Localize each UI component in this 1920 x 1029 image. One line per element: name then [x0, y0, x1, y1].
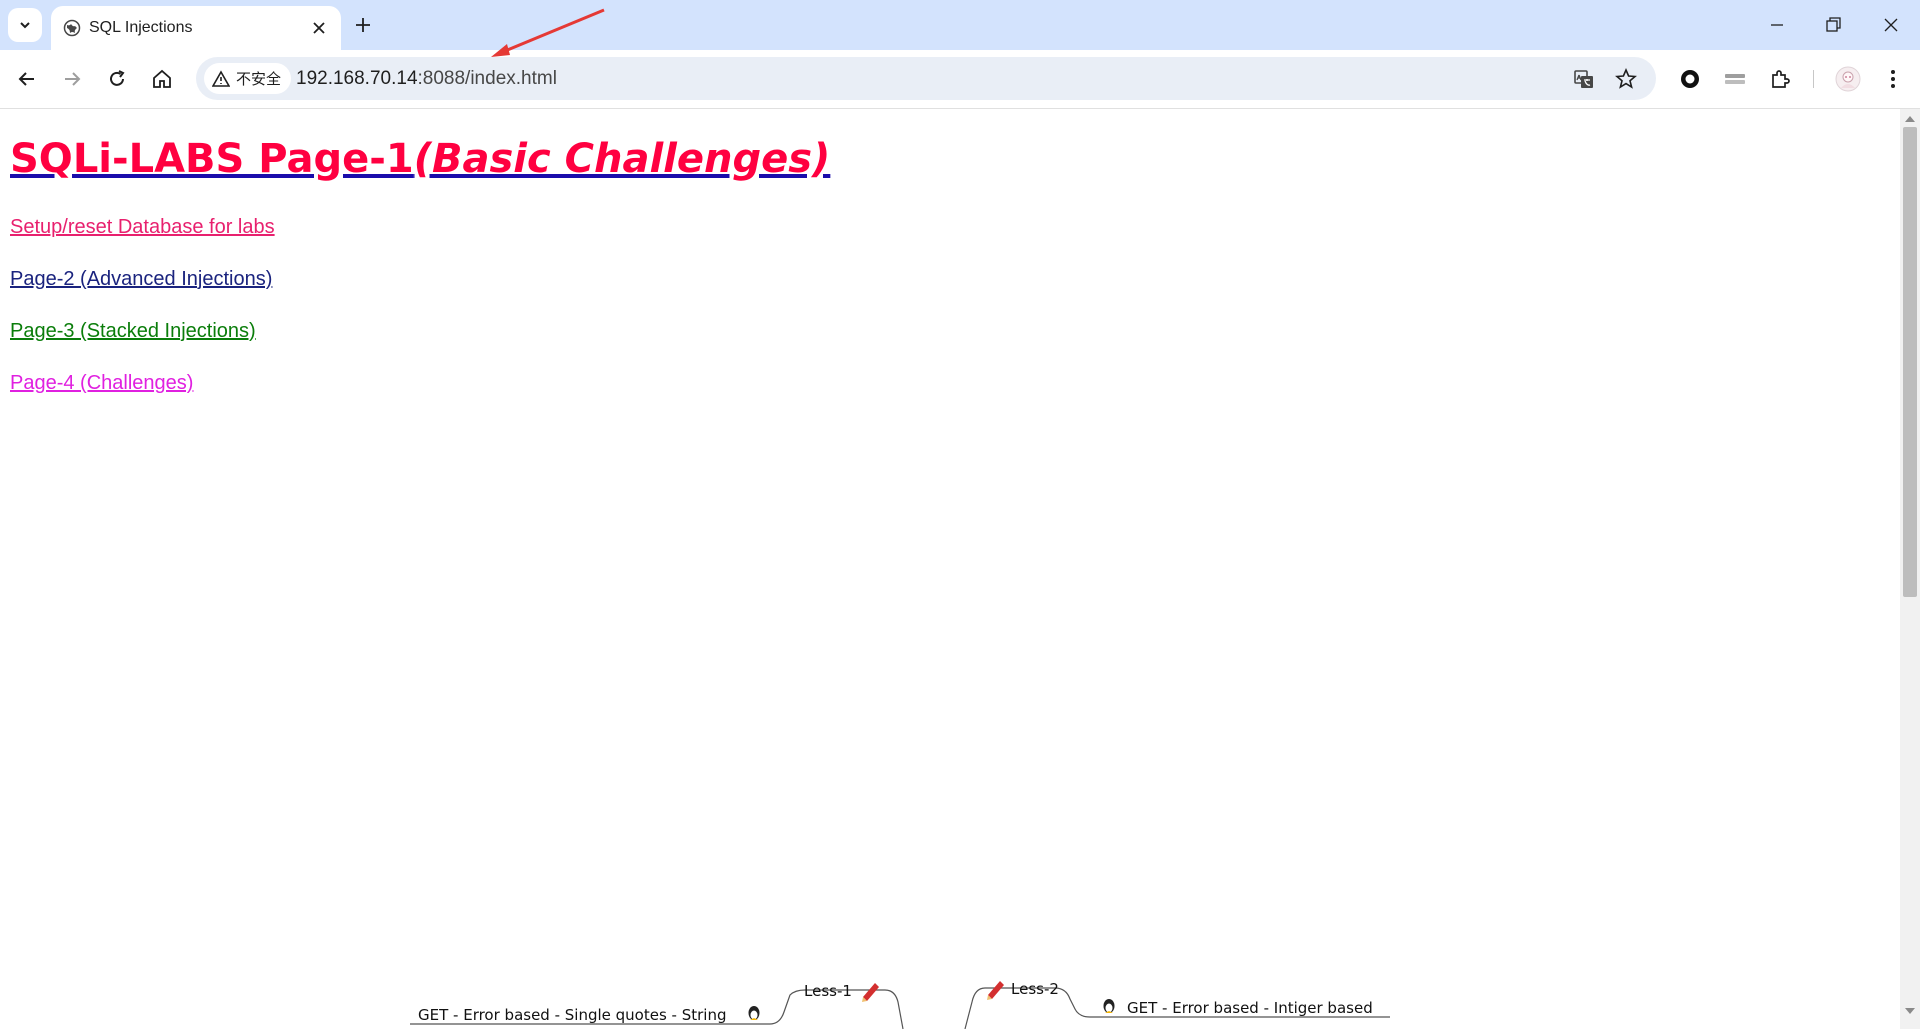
page-scrollbar[interactable] — [1900, 109, 1920, 1029]
menu-icon[interactable] — [1881, 67, 1905, 91]
page-4-link[interactable]: Page-4 (Challenges) — [10, 372, 193, 395]
star-icon[interactable] — [1614, 67, 1638, 91]
page-viewport: SQLi-LABS Page-1(Basic Challenges) Setup… — [0, 109, 1900, 1029]
forward-icon[interactable] — [60, 67, 84, 91]
tab-search-button[interactable] — [8, 8, 42, 42]
linux-penguin-icon — [748, 1006, 760, 1020]
avatar-icon[interactable] — [1835, 66, 1861, 92]
url-text[interactable]: 192.168.70.14:8088/index.html — [296, 68, 557, 90]
warning-icon — [212, 69, 230, 87]
security-label: 不安全 — [236, 71, 282, 88]
translate-icon[interactable] — [1572, 67, 1596, 91]
home-icon[interactable] — [150, 67, 174, 91]
close-icon[interactable] — [309, 18, 329, 38]
page-title[interactable]: SQLi-LABS Page-1(Basic Challenges) — [10, 136, 830, 182]
less2-description: GET - Error based - Intiger based — [1127, 999, 1373, 1017]
url-host: 192.168.70.14 — [296, 68, 418, 89]
back-icon[interactable] — [15, 67, 39, 91]
extensions-icon[interactable] — [1768, 67, 1792, 91]
reload-icon[interactable] — [105, 67, 129, 91]
page-2-link[interactable]: Page-2 (Advanced Injections) — [10, 268, 272, 291]
tab-title: SQL Injections — [89, 19, 193, 36]
minimize-icon[interactable] — [1766, 14, 1788, 36]
page-3-link[interactable]: Page-3 (Stacked Injections) — [10, 320, 256, 343]
window-close-icon[interactable] — [1880, 14, 1902, 36]
mindmap-diagram: GET - Error based - Single quotes - Stri… — [410, 980, 1390, 1029]
restore-icon[interactable] — [1822, 14, 1844, 36]
active-tab[interactable]: SQL Injections — [51, 6, 341, 50]
pencil-icon — [862, 983, 879, 1002]
less1-label: Less-1 — [804, 982, 852, 1000]
address-bar[interactable]: 不安全 192.168.70.14:8088/index.html — [196, 57, 1656, 100]
url-path: :8088/index.html — [417, 68, 557, 89]
setup-db-link[interactable]: Setup/reset Database for labs — [10, 216, 275, 239]
plus-icon[interactable] — [352, 14, 374, 36]
scroll-up-arrow-icon[interactable] — [1905, 115, 1915, 123]
tab-search-icon — [20, 22, 30, 29]
page-title-sub[interactable]: (Basic Challenges) — [414, 136, 831, 182]
globe-icon — [63, 19, 81, 37]
scroll-down-arrow-icon[interactable] — [1905, 1007, 1915, 1015]
security-indicator[interactable]: 不安全 — [204, 63, 292, 94]
toolbar-divider — [1813, 70, 1814, 88]
less1-description: GET - Error based - Single quotes - Stri… — [418, 1006, 727, 1024]
page-title-main[interactable]: SQLi-LABS Page-1 — [10, 136, 414, 182]
scroll-thumb[interactable] — [1903, 127, 1917, 597]
tab-strip: SQL Injections — [0, 0, 1920, 50]
record-icon[interactable] — [1678, 67, 1702, 91]
media-icon[interactable] — [1723, 67, 1747, 91]
less2-label: Less-2 — [1011, 980, 1059, 998]
linux-penguin-icon — [1103, 999, 1115, 1013]
browser-toolbar: 不安全 192.168.70.14:8088/index.html — [0, 50, 1920, 109]
pencil-icon — [987, 981, 1004, 1000]
